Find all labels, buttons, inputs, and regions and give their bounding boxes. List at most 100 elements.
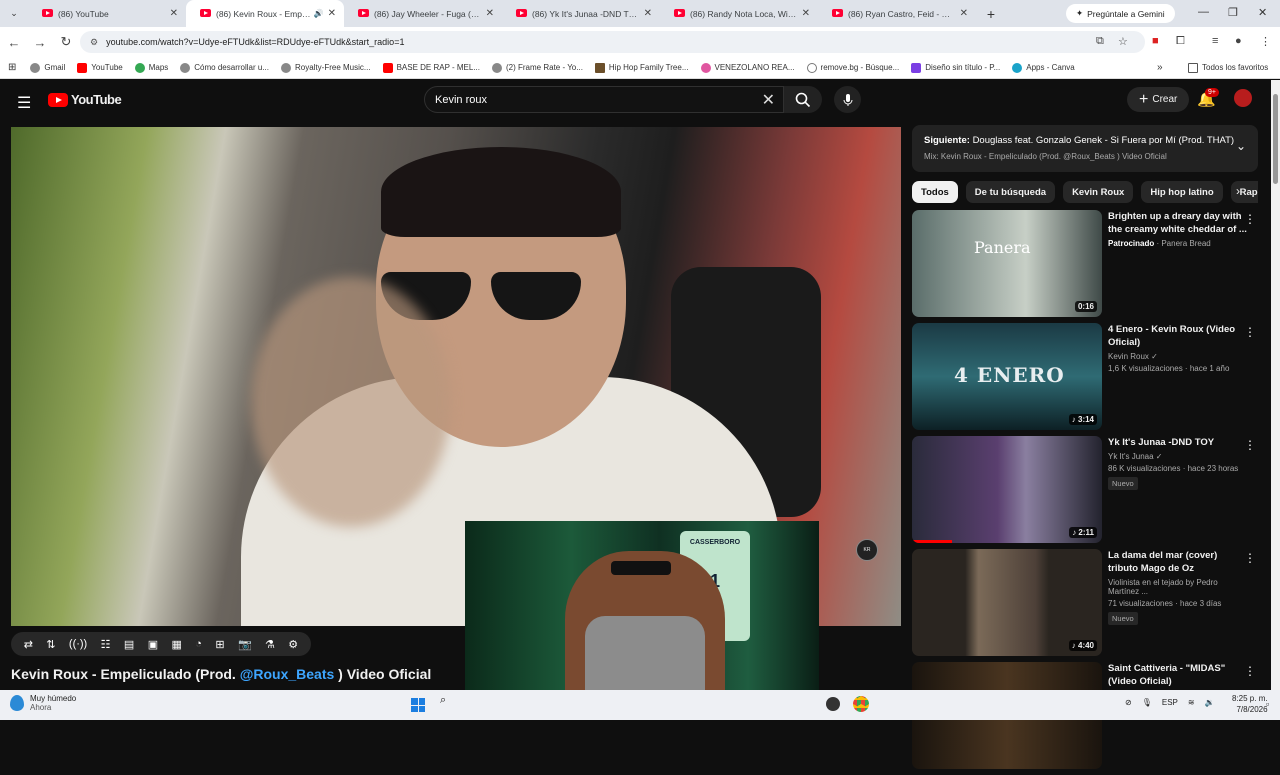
bookmark[interactable]: BASE DE RAP - MEL... <box>382 62 480 73</box>
settings-gear-icon[interactable]: ⚙ <box>288 638 298 651</box>
back-icon[interactable]: ← <box>2 35 26 50</box>
channel-watermark[interactable]: KR <box>856 539 878 561</box>
tab-search-icon[interactable]: ⌄ <box>0 8 28 19</box>
apps-grid-icon[interactable]: ⊞ <box>8 62 16 73</box>
screenshot-icon[interactable]: 📷 <box>238 638 252 651</box>
security-icon[interactable]: ⊘ <box>1125 698 1132 707</box>
all-favorites[interactable]: Todos los favoritos <box>1188 62 1268 73</box>
subtitles-icon[interactable]: ▦ <box>171 638 181 651</box>
bookmark[interactable]: Royalty-Free Music... <box>280 62 371 73</box>
chip-search[interactable]: De tu búsqueda <box>965 181 1056 203</box>
reload-icon[interactable]: ↻ <box>54 34 78 50</box>
browser-tab[interactable]: (86) Ryan Castro, Feid - MENTI ✕ <box>818 0 976 27</box>
close-tab-icon[interactable]: ✕ <box>960 8 968 19</box>
weather-widget[interactable]: Muy húmedo Ahora <box>10 694 76 712</box>
language-indicator[interactable]: ESP <box>1162 698 1178 707</box>
extensions-puzzle-icon[interactable]: ⧠ <box>1176 35 1185 48</box>
forward-icon[interactable]: → <box>28 35 52 50</box>
video-thumbnail[interactable]: 4 ENERO ♪ 3:14 <box>912 323 1102 430</box>
bookmark[interactable]: Diseño sin título - P... <box>911 62 1000 73</box>
bookmark-star-icon[interactable]: ☆ <box>1118 35 1128 48</box>
bookmark[interactable]: Gmail <box>30 62 65 73</box>
scrollbar-thumb[interactable] <box>1273 94 1278 184</box>
cinema-icon[interactable]: ▤ <box>124 638 134 651</box>
bookmark[interactable]: VENEZOLANO REA... <box>700 62 795 73</box>
bookmark[interactable]: Hip Hop Family Tree... <box>594 62 689 73</box>
mic-tray-icon[interactable]: 🎙 <box>1142 698 1152 707</box>
youtube-logo[interactable]: YouTube <box>48 92 122 107</box>
browser-menu-icon[interactable]: ⋮ <box>1260 35 1271 48</box>
bookmark[interactable]: (2) Frame Rate - Yo... <box>492 62 583 73</box>
more-options-icon[interactable]: ⋮ <box>1244 438 1256 452</box>
taskbar-search-icon[interactable]: ⌕ <box>440 694 446 707</box>
list-item[interactable]: 4 ENERO ♪ 3:14 4 Enero - Kevin Roux (Vid… <box>912 323 1258 436</box>
close-tab-icon[interactable]: ✕ <box>486 8 494 19</box>
site-info-icon[interactable]: ⚙ <box>90 37 98 48</box>
hamburger-menu-icon[interactable]: ☰ <box>17 93 31 113</box>
restore-icon[interactable]: ❐ <box>1228 6 1238 19</box>
bookmark[interactable]: remove.bg - Búsque... <box>806 62 899 73</box>
chrome-taskbar-icon[interactable] <box>853 696 869 712</box>
video-title-text[interactable]: 4 Enero - Kevin Roux (Video Oficial) <box>1108 323 1248 349</box>
page-scrollbar[interactable] <box>1271 80 1280 690</box>
minimize-icon[interactable]: — <box>1198 6 1209 18</box>
list-item[interactable]: ♪ 4:40 La dama del mar (cover) tributo M… <box>912 549 1258 662</box>
video-thumbnail[interactable]: ♪ 2:11 <box>912 436 1102 543</box>
audio-icon[interactable]: ((·)) <box>69 638 87 650</box>
browser-tab-active[interactable]: (86) Kevin Roux - Empeliculado🔊 ✕ <box>186 0 344 27</box>
close-tab-icon[interactable]: ✕ <box>170 8 178 19</box>
browser-tab[interactable]: (86) Yk It's Junaa -DND TOY - Yo ✕ <box>502 0 660 27</box>
video-thumbnail[interactable]: ♪ 4:40 <box>912 549 1102 656</box>
gemini-button[interactable]: ✦ Pregúntale a Gemini <box>1066 4 1175 23</box>
loop-icon[interactable]: ⇄ <box>24 638 33 651</box>
create-button[interactable]: + Crear <box>1127 87 1190 112</box>
chip-rap[interactable]: Rap <box>1230 181 1258 203</box>
browser-tab[interactable]: (86) YouTube ✕ <box>28 0 186 27</box>
list-item[interactable]: Panera 0:16 Brighten up a dreary day wit… <box>912 210 1258 323</box>
taskbar-app-icon[interactable] <box>826 697 840 711</box>
bookmark[interactable]: Maps <box>134 62 168 73</box>
clear-search-icon[interactable]: ✕ <box>762 90 775 110</box>
sort-icon[interactable]: ⇅ <box>46 638 55 651</box>
channel-name[interactable]: Violinista en el tejado by Pedro Martíne… <box>1108 578 1248 596</box>
add-to-queue-icon[interactable]: ⊞ <box>215 638 224 651</box>
account-avatar[interactable] <box>1234 89 1252 107</box>
profile-avatar-icon[interactable]: ● <box>1235 35 1242 47</box>
search-input[interactable]: Kevin roux ✕ <box>424 86 784 113</box>
browser-tab[interactable]: (86) Jay Wheeler - Fuga (Official ✕ <box>344 0 502 27</box>
more-options-icon[interactable]: ⋮ <box>1244 551 1256 565</box>
wifi-icon[interactable]: ≋ <box>1188 698 1195 707</box>
list-item[interactable]: ♪ 2:11 Yk It's Junaa -DND TOY Yk It's Ju… <box>912 436 1258 549</box>
new-tab-button[interactable]: + <box>976 6 1006 22</box>
close-window-icon[interactable]: ✕ <box>1258 6 1267 19</box>
channel-name[interactable]: Yk It's Junaa ✓ <box>1108 452 1248 461</box>
search-button[interactable] <box>784 86 822 113</box>
media-control-icon[interactable]: ≡ <box>1212 35 1218 47</box>
video-title-text[interactable]: Yk It's Junaa -DND TOY <box>1108 436 1248 449</box>
voice-search-button[interactable] <box>834 86 861 113</box>
video-title-text[interactable]: Brighten up a dreary day with the creamy… <box>1108 210 1248 236</box>
chevron-down-icon[interactable]: ⌄ <box>1236 139 1246 153</box>
more-options-icon[interactable]: ⋮ <box>1244 212 1256 226</box>
bookmark[interactable]: Apps - Canva <box>1012 62 1075 73</box>
notification-center-icon[interactable]: ▫ <box>1266 699 1269 709</box>
more-bookmarks-icon[interactable]: » <box>1157 62 1163 73</box>
video-title-text[interactable]: Saint Cattiveria - "MIDAS" (Video Oficia… <box>1108 662 1248 688</box>
chip-hip-hop-latino[interactable]: Hip hop latino <box>1141 181 1223 203</box>
close-tab-icon[interactable]: ✕ <box>802 8 810 19</box>
bookmark[interactable]: Cómo desarrollar u... <box>180 62 269 73</box>
volume-icon[interactable]: 🔉 <box>1205 698 1215 707</box>
video-title-text[interactable]: La dama del mar (cover) tributo Mago de … <box>1108 549 1248 575</box>
chip-todos[interactable]: Todos <box>912 181 958 203</box>
close-tab-icon[interactable]: ✕ <box>328 8 336 19</box>
channel-name[interactable]: Kevin Roux ✓ <box>1108 352 1248 361</box>
system-clock[interactable]: 8:25 p. m. 7/8/2026 <box>1232 693 1268 715</box>
speaker-icon[interactable]: 🔊 <box>314 9 324 18</box>
extension-icon[interactable]: ■ <box>1152 35 1159 47</box>
video-thumbnail[interactable]: Panera 0:16 <box>912 210 1102 317</box>
url-bar[interactable]: ⚙ youtube.com/watch?v=Udye-eFTUdk&list=R… <box>80 31 1145 53</box>
more-options-icon[interactable]: ⋮ <box>1244 664 1256 678</box>
chevron-right-icon[interactable]: › <box>1236 184 1240 198</box>
bookmark[interactable]: YouTube <box>77 62 123 73</box>
channel-mention-link[interactable]: @Roux_Beats <box>240 666 335 682</box>
